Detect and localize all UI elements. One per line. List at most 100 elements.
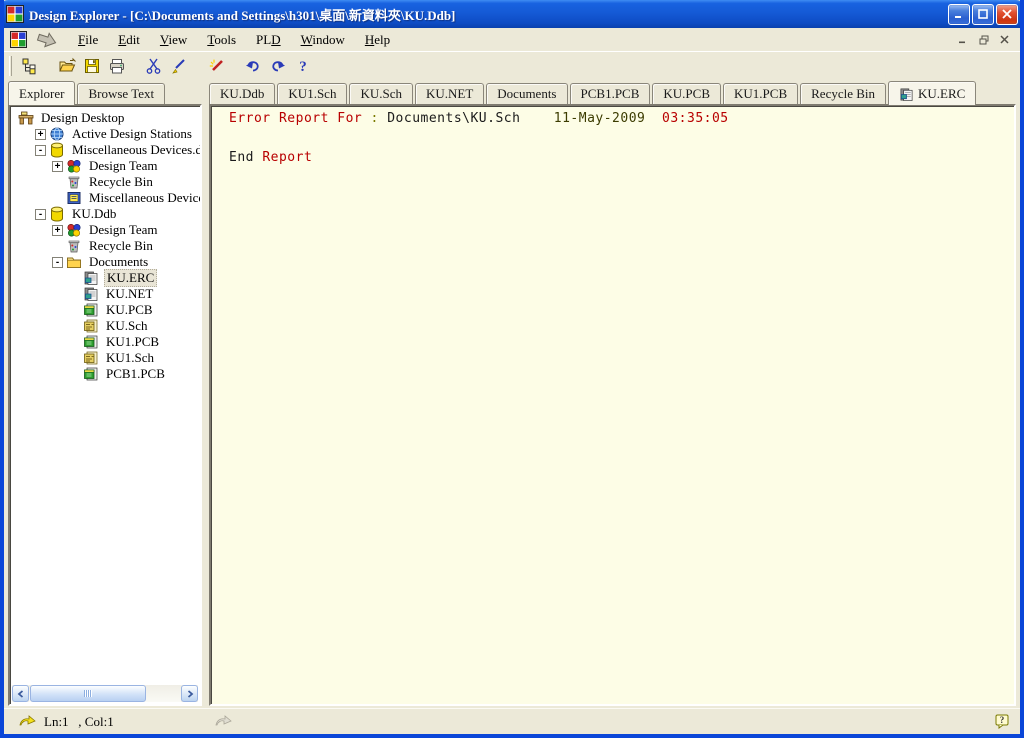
tree-item-ku-net[interactable]: KU.NET (14, 286, 198, 302)
help-button[interactable]: ? (992, 713, 1012, 731)
scroll-thumb[interactable] (30, 685, 146, 702)
toolbar-grip[interactable] (9, 56, 12, 76)
tree-item-design-team[interactable]: +Design Team (14, 222, 198, 238)
print-button[interactable] (104, 54, 129, 77)
pcbdoc-icon (83, 366, 100, 382)
report-text (520, 111, 553, 126)
undo-button[interactable] (240, 54, 265, 77)
tab-ku1-pcb[interactable]: KU1.PCB (723, 83, 798, 105)
textdoc-icon (83, 286, 100, 302)
wand-button[interactable] (203, 54, 228, 77)
panel-tab-browse-text[interactable]: Browse Text (77, 83, 165, 105)
tree-item-active-design-stations[interactable]: +Active Design Stations (14, 126, 198, 142)
tab-ku-ddb[interactable]: KU.Ddb (209, 83, 275, 105)
database-icon (49, 206, 66, 222)
panel-tab-explorer[interactable]: Explorer (8, 81, 75, 105)
save-button[interactable] (79, 54, 104, 77)
document-panel: KU.Ddb KU1.Sch KU.SchKU.NET Documents PCB1.P… (209, 81, 1016, 706)
document-app-icon[interactable] (10, 31, 27, 48)
collapse-icon[interactable]: - (52, 257, 63, 268)
tree-item-label: KU.NET (104, 286, 155, 302)
stations-icon (49, 126, 66, 142)
menu-window[interactable]: Window (292, 30, 354, 50)
tab-label: Documents (497, 86, 556, 102)
cut-icon (145, 57, 163, 75)
menu-pld[interactable]: PLD (247, 30, 290, 50)
menu-help[interactable]: Help (356, 30, 399, 50)
redo-button[interactable] (265, 54, 290, 77)
tab-ku1-sch[interactable]: KU1.Sch (277, 83, 347, 105)
tab-documents[interactable]: Documents (486, 83, 567, 105)
desktop-icon (18, 110, 35, 126)
error-report-view[interactable]: Error Report For : Documents\KU.Sch 11-M… (209, 104, 1016, 706)
redo-icon (269, 57, 287, 75)
tree-item-design-desktop[interactable]: Design Desktop (14, 110, 198, 126)
error-report: Error Report For : Documents\KU.Sch 11-M… (229, 112, 1010, 164)
tree-item-documents[interactable]: -Documents (14, 254, 198, 270)
help-button[interactable]: ? (290, 54, 315, 77)
open-button[interactable] (54, 54, 79, 77)
report-text: Documents\KU.Sch (387, 111, 520, 126)
tab-ku-pcb[interactable]: KU.PCB (652, 83, 721, 105)
tree-item-ku-erc[interactable]: KU.ERC (14, 270, 198, 286)
tab-recycle-bin[interactable]: Recycle Bin (800, 83, 886, 105)
mdi-minimize-button[interactable] (953, 32, 972, 48)
tree-item-label: KU.Sch (104, 318, 150, 334)
svg-text:?: ? (1000, 715, 1005, 725)
tab-ku-sch[interactable]: KU.Sch (349, 83, 413, 105)
secondary-arrow-icon (214, 714, 232, 730)
tree-item-recycle-bin[interactable]: Recycle Bin (14, 174, 198, 190)
mdi-restore-button[interactable] (974, 32, 993, 48)
close-button[interactable] (996, 4, 1018, 25)
menu-arrow-icon[interactable] (35, 31, 59, 49)
tree-item-label: KU.PCB (104, 302, 155, 318)
window-title: Design Explorer - [C:\Documents and Sett… (29, 5, 948, 24)
tab-ku-erc[interactable]: KU.ERC (888, 81, 976, 105)
scroll-right-button[interactable] (181, 685, 198, 702)
tab-pcb1-pcb[interactable]: PCB1.PCB (570, 83, 651, 105)
collapse-icon[interactable]: - (35, 145, 46, 156)
maximize-button[interactable] (972, 4, 994, 25)
tree-item-label: KU.Ddb (70, 206, 118, 222)
tab-label: KU1.Sch (288, 86, 336, 102)
tree-item-label: PCB1.PCB (104, 366, 167, 382)
tree-item-ku-ddb[interactable]: - KU.Ddb (14, 206, 198, 222)
mdi-close-button[interactable] (995, 32, 1014, 48)
tree-item-pcb1-pcb[interactable]: PCB1.PCB (14, 366, 198, 382)
tree-item-ku1-pcb[interactable]: KU1.PCB (14, 334, 198, 350)
clipboard-button[interactable] (166, 54, 191, 77)
menu-view[interactable]: View (151, 30, 196, 50)
tree-item-miscellaneous-devices-ddb[interactable]: -Miscellaneous Devices.ddb (14, 142, 198, 158)
schdoc-icon (83, 350, 100, 366)
tab-label: PCB1.PCB (581, 86, 640, 102)
menu-tools[interactable]: Tools (198, 30, 245, 50)
tree-item-recycle-bin[interactable]: Recycle Bin (14, 238, 198, 254)
tree-item-label: Miscellaneous Devices.lib (87, 190, 202, 206)
expand-icon[interactable]: + (52, 161, 63, 172)
scroll-track[interactable] (29, 685, 181, 702)
tree-item-ku1-sch[interactable]: KU1.Sch (14, 350, 198, 366)
pcbdoc-icon (83, 334, 100, 350)
tree-horizontal-scrollbar[interactable] (12, 685, 198, 702)
tree-item-label: KU.ERC (104, 269, 157, 287)
menu-edit[interactable]: Edit (109, 30, 149, 50)
menu-file[interactable]: File (69, 30, 107, 50)
tree-item-miscellaneous-devices-lib[interactable]: Miscellaneous Devices.lib (14, 190, 198, 206)
expand-icon[interactable]: + (52, 225, 63, 236)
tab-label: KU.ERC (918, 86, 965, 102)
tab-ku-net[interactable]: KU.NET (415, 83, 484, 105)
library-icon (66, 190, 83, 206)
tree-item-ku-pcb[interactable]: KU.PCB (14, 302, 198, 318)
tree-item-ku-sch[interactable]: KU.Sch (14, 318, 198, 334)
scroll-left-button[interactable] (12, 685, 29, 702)
design-manager-button[interactable] (17, 54, 42, 77)
minimize-button[interactable] (948, 4, 970, 25)
undo-icon (244, 57, 262, 75)
report-text: 11-May-2009 (554, 111, 646, 126)
print-icon (108, 57, 126, 75)
tree-item-design-team[interactable]: +Design Team (14, 158, 198, 174)
expand-icon[interactable]: + (35, 129, 46, 140)
cut-button[interactable] (141, 54, 166, 77)
tree-item-label: KU1.PCB (104, 334, 161, 350)
collapse-icon[interactable]: - (35, 209, 46, 220)
